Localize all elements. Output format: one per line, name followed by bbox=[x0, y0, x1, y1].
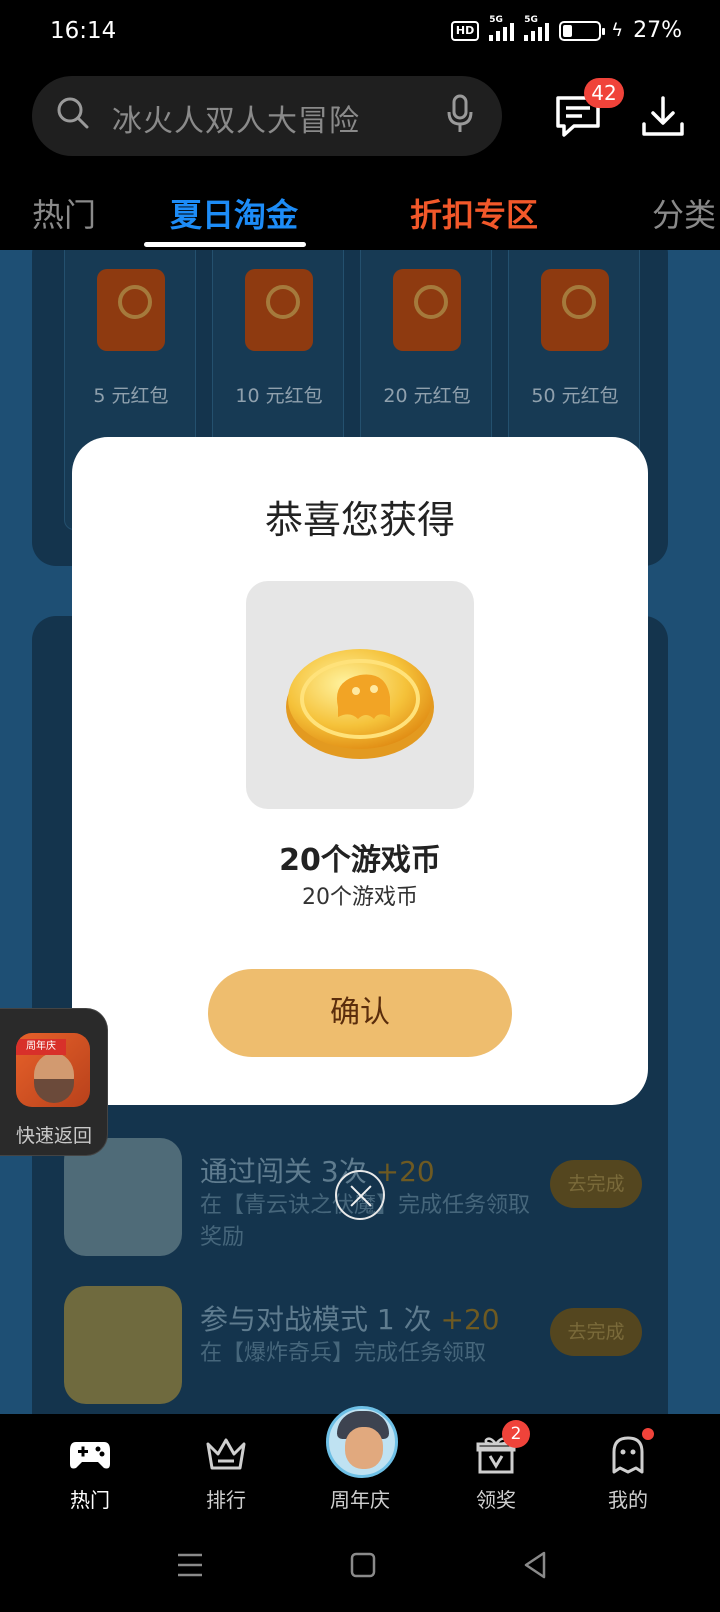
red-packet-label: 5 元红包 bbox=[93, 385, 169, 407]
nav-label: 周年庆 bbox=[330, 1488, 390, 1512]
tab-discount[interactable]: 折扣专区 bbox=[410, 190, 538, 236]
reward-modal: 恭喜您获得 20个游戏币 20个游戏币 确认 bbox=[72, 437, 648, 1105]
status-time: 16:14 bbox=[50, 18, 117, 44]
prize-subtitle: 20个游戏币 bbox=[302, 885, 418, 910]
prize-name: 20个游戏币 bbox=[279, 843, 441, 878]
tab-summer-gold[interactable]: 夏日淘金 bbox=[170, 190, 298, 236]
nav-label: 我的 bbox=[608, 1488, 648, 1512]
nav-item-hot[interactable]: 热门 bbox=[28, 1414, 148, 1524]
red-packet-icon bbox=[245, 269, 313, 351]
signal-icon-sim2: 5G bbox=[524, 15, 550, 41]
signal-icon-sim1: 5G bbox=[489, 15, 515, 41]
red-packet-icon bbox=[393, 269, 461, 351]
red-packet-label: 50 元红包 bbox=[531, 385, 619, 407]
game-coin-icon bbox=[286, 649, 434, 759]
tab-hot[interactable]: 热门 bbox=[32, 190, 96, 236]
search-input[interactable]: 冰火人双人大冒险 bbox=[32, 76, 502, 156]
ghost-icon bbox=[612, 1436, 644, 1474]
red-packet-label: 10 元红包 bbox=[235, 385, 323, 407]
status-bar: 16:14 HD 5G 5G ϟ 27% bbox=[0, 0, 720, 66]
confirm-button[interactable]: 确认 bbox=[208, 969, 512, 1057]
active-tab-indicator bbox=[144, 242, 306, 247]
task-points: +20 bbox=[375, 1155, 435, 1188]
notification-dot bbox=[642, 1428, 654, 1440]
anniversary-game-icon: 周年庆 bbox=[16, 1033, 90, 1107]
download-icon[interactable] bbox=[640, 94, 686, 140]
microphone-icon[interactable] bbox=[446, 94, 474, 134]
red-packet-label: 20 元红包 bbox=[383, 385, 471, 407]
search-placeholder: 冰火人双人大冒险 bbox=[112, 104, 360, 139]
task-title: 通过闯关 3次 +20 bbox=[200, 1155, 435, 1188]
nav-item-rank[interactable]: 排行 bbox=[164, 1414, 284, 1524]
task-complete-button[interactable]: 去完成 bbox=[550, 1160, 642, 1208]
bottom-nav: 热门 排行 周年庆 领奖 2 我的 bbox=[0, 1406, 720, 1524]
red-packet-icon bbox=[541, 269, 609, 351]
task-complete-button[interactable]: 去完成 bbox=[550, 1308, 642, 1356]
category-tabs: 热门 夏日淘金 折扣专区 分类 bbox=[0, 162, 720, 250]
message-badge: 42 bbox=[584, 78, 624, 108]
header: 冰火人双人大冒险 42 bbox=[0, 66, 720, 162]
home-icon[interactable] bbox=[350, 1552, 376, 1578]
battery-percent: 27% bbox=[633, 18, 682, 43]
nav-item-rewards[interactable]: 领奖 bbox=[434, 1414, 554, 1524]
task-points: +20 bbox=[440, 1303, 500, 1336]
task-title: 参与对战模式 1 次 +20 bbox=[200, 1303, 500, 1336]
quick-return-label: 快速返回 bbox=[15, 1125, 92, 1147]
crown-icon bbox=[206, 1438, 246, 1470]
back-icon[interactable] bbox=[522, 1550, 548, 1580]
quick-return-button[interactable]: 周年庆 快速返回 bbox=[0, 1008, 108, 1156]
modal-title: 恭喜您获得 bbox=[264, 498, 455, 542]
gamepad-icon bbox=[70, 1442, 110, 1469]
game-icon-baozha[interactable] bbox=[64, 1286, 182, 1404]
close-icon[interactable] bbox=[335, 1170, 385, 1220]
nav-label: 热门 bbox=[70, 1488, 110, 1512]
anniversary-avatar[interactable] bbox=[326, 1406, 398, 1478]
charging-icon: ϟ bbox=[611, 20, 624, 41]
red-packet-icon bbox=[97, 269, 165, 351]
task-row: 参与对战模式 1 次 +20 在【爆炸奇兵】完成任务领取 去完成 bbox=[62, 1286, 662, 1414]
prize-image-box bbox=[246, 581, 474, 809]
nav-label: 排行 bbox=[206, 1488, 246, 1512]
menu-icon[interactable] bbox=[176, 1552, 204, 1578]
nav-label: 领奖 bbox=[476, 1488, 516, 1512]
hd-voice-icon: HD bbox=[450, 20, 480, 41]
tab-category[interactable]: 分类 bbox=[652, 190, 716, 236]
search-icon bbox=[57, 97, 89, 129]
task-desc: 在【爆炸奇兵】完成任务领取 bbox=[200, 1341, 487, 1366]
battery-icon bbox=[559, 20, 606, 41]
nav-item-mine[interactable]: 我的 bbox=[566, 1414, 686, 1524]
rewards-badge: 2 bbox=[502, 1420, 530, 1448]
status-icons: HD 5G 5G ϟ 27% bbox=[450, 15, 682, 43]
system-nav-bar bbox=[0, 1524, 720, 1612]
